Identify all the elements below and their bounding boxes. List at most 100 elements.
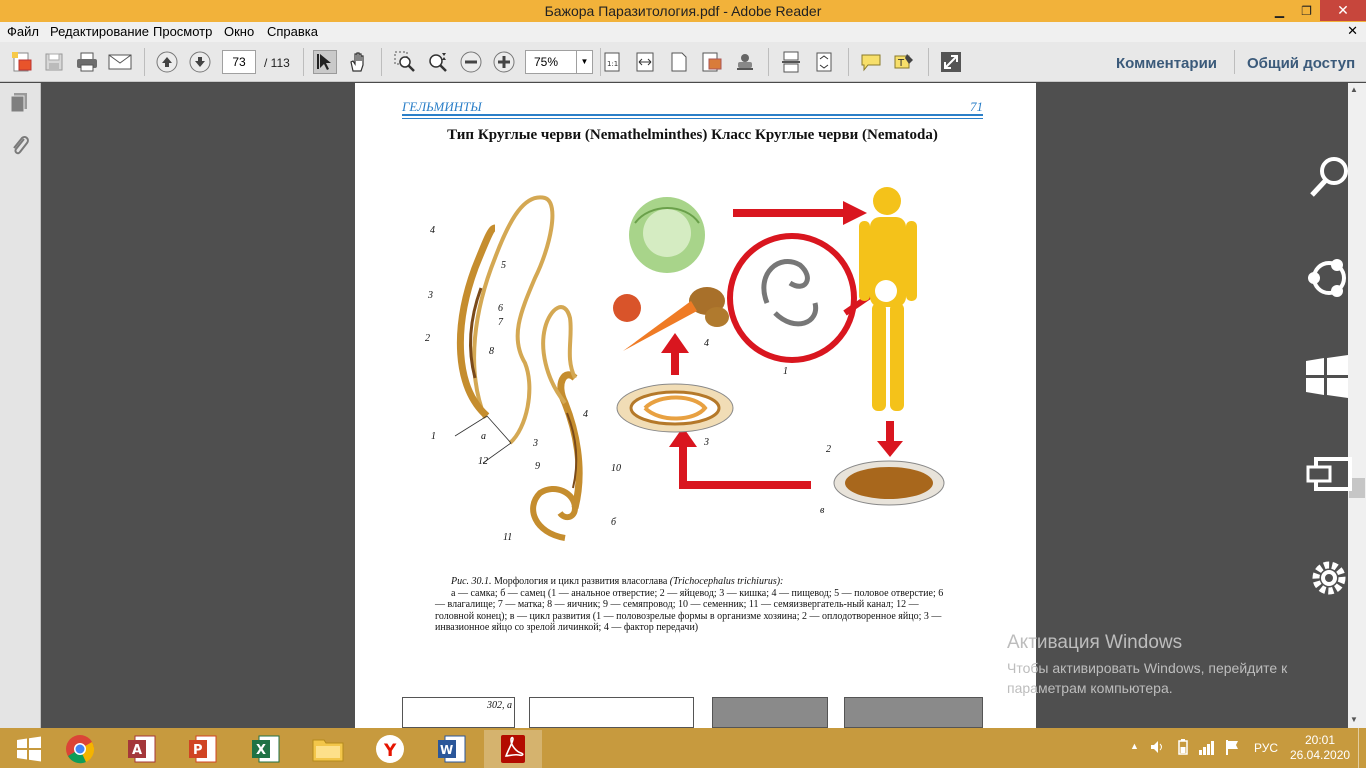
stamp-icon[interactable] <box>733 50 757 74</box>
invasive-egg <box>616 383 734 433</box>
close-button[interactable]: ✕ <box>1320 0 1366 21</box>
menu-view[interactable]: Просмотр <box>153 24 212 39</box>
word-app-icon[interactable]: W <box>423 730 481 768</box>
zoom-in-icon[interactable] <box>492 50 516 74</box>
navigation-panel <box>0 83 41 728</box>
share-charm-icon[interactable] <box>1306 255 1352 306</box>
life-cycle-figure <box>613 187 945 506</box>
page-number-label: 71 <box>970 99 983 114</box>
yandex-browser-icon[interactable]: Y <box>361 730 419 768</box>
excel-app-icon[interactable]: X <box>237 730 295 768</box>
svg-text:A: A <box>132 743 142 758</box>
label-male-11: 11 <box>503 532 513 543</box>
svg-text:P: P <box>193 743 203 758</box>
menu-help[interactable]: Справка <box>267 24 318 39</box>
previous-page-icon[interactable] <box>155 50 179 74</box>
actual-size-icon[interactable]: 1:1 <box>600 50 624 74</box>
watermark-line2: Чтобы активировать Windows, перейдите к <box>1007 660 1288 676</box>
menu-file[interactable]: Файл <box>7 24 39 39</box>
label-male-9: 9 <box>535 461 540 472</box>
select-tool-icon[interactable] <box>313 50 337 74</box>
page-number-input[interactable]: 73 <box>222 50 256 74</box>
rotate-icon[interactable] <box>812 50 836 74</box>
toolbar: 73 / 113 75% ▼ 1:1 T Комментарии Общий д… <box>0 42 1366 82</box>
input-language[interactable]: РУС <box>1254 741 1278 755</box>
svg-text:W: W <box>440 743 453 757</box>
adobe-reader-app-icon[interactable] <box>484 730 542 768</box>
human-figure <box>859 187 917 411</box>
print-icon[interactable] <box>75 50 99 74</box>
network-icon[interactable] <box>1198 739 1216 758</box>
label-female-2: 2 <box>425 333 430 344</box>
title-bar: Бажора Паразитология.pdf - Adobe Reader … <box>0 0 1366 22</box>
page-title: Тип Круглые черви (Nemathelminthes) Клас… <box>447 127 938 143</box>
menu-window[interactable]: Окно <box>224 24 254 39</box>
comment-icon[interactable] <box>859 50 883 74</box>
devices-charm-icon[interactable] <box>1306 455 1352 500</box>
activation-watermark: Активация Windows Чтобы активировать Win… <box>1007 632 1287 698</box>
page-thumbnail-icon[interactable] <box>700 50 724 74</box>
scrolling-mode-icon[interactable] <box>779 50 803 74</box>
settings-charm-icon[interactable] <box>1306 555 1352 606</box>
system-clock[interactable]: 20:01 26.04.2020 <box>1290 733 1350 763</box>
powerpoint-app-icon[interactable]: P <box>174 730 232 768</box>
zoom-level-select[interactable]: 75% ▼ <box>525 50 593 74</box>
access-app-icon[interactable]: A <box>113 730 171 768</box>
full-screen-icon[interactable] <box>939 50 963 74</box>
show-hidden-icons[interactable]: ▲ <box>1130 741 1139 751</box>
comments-pane-link[interactable]: Комментарии <box>1116 55 1217 72</box>
svg-text:1:1: 1:1 <box>607 60 618 68</box>
worm-morphology-figure <box>454 195 583 541</box>
menu-edit[interactable]: Редактирование <box>50 24 149 39</box>
search-charm-icon[interactable] <box>1306 155 1352 206</box>
email-icon[interactable] <box>108 50 132 74</box>
scroll-up-icon[interactable]: ▲ <box>1350 85 1358 94</box>
caption-body: а — самка; б — самец (1 — анальное отвер… <box>435 587 944 634</box>
chrome-app-icon[interactable] <box>51 730 109 768</box>
running-head: ГЕЛЬМИНТЫ 71 <box>402 99 983 115</box>
start-charm-icon[interactable] <box>1304 355 1350 404</box>
create-pdf-icon[interactable] <box>10 50 34 74</box>
restore-button[interactable]: ❐ <box>1293 0 1320 21</box>
label-12: 12 <box>478 456 488 467</box>
window-title: Бажора Паразитология.pdf - Adobe Reader <box>544 3 822 19</box>
scroll-down-icon[interactable]: ▼ <box>1350 715 1358 724</box>
caption-heading: Рис. 30.1. <box>451 576 492 587</box>
dynamic-zoom-icon[interactable] <box>426 50 450 74</box>
menu-close-document[interactable]: ✕ <box>1347 23 1358 39</box>
marquee-zoom-icon[interactable] <box>393 50 417 74</box>
fit-page-icon[interactable] <box>667 50 691 74</box>
highlight-icon[interactable]: T <box>892 50 916 74</box>
attachments-icon[interactable] <box>9 133 31 162</box>
caption-species: (Trichocephalus trichiurus): <box>669 576 784 587</box>
svg-text:Y: Y <box>383 741 397 761</box>
svg-text:X: X <box>256 743 266 758</box>
battery-icon[interactable] <box>1175 739 1191 758</box>
share-pane-link[interactable]: Общий доступ <box>1247 55 1355 72</box>
label-female-4: 4 <box>430 225 435 236</box>
start-button[interactable] <box>0 730 58 768</box>
fit-width-icon[interactable] <box>633 50 657 74</box>
watermark-line3: параметрам компьютера. <box>1007 680 1173 696</box>
show-desktop-button[interactable] <box>1358 728 1366 768</box>
label-cycle-3: 3 <box>704 437 709 448</box>
hand-tool-icon[interactable] <box>346 50 370 74</box>
zoom-level-value: 75% <box>534 55 559 69</box>
label-male-3: 3 <box>533 438 538 449</box>
menu-bar: Файл Редактирование Просмотр Окно Справк… <box>0 22 1366 42</box>
label-cycle-4: 4 <box>704 338 709 349</box>
speaker-icon[interactable] <box>1150 739 1166 758</box>
label-female-5: 5 <box>501 260 506 271</box>
figure-thumbnail-b <box>529 697 694 728</box>
minimize-button[interactable]: ▁ <box>1266 0 1293 21</box>
fertilized-egg <box>833 460 945 506</box>
file-explorer-icon[interactable] <box>299 730 357 768</box>
flag-icon[interactable] <box>1224 739 1240 758</box>
figure-thumbnail-d <box>844 697 983 728</box>
label-female-7: 7 <box>498 317 503 328</box>
next-page-icon[interactable] <box>188 50 212 74</box>
zoom-out-icon[interactable] <box>459 50 483 74</box>
save-icon[interactable] <box>42 50 66 74</box>
pdf-page: ГЕЛЬМИНТЫ 71 Тип Круглые черви (Nemathel… <box>355 83 1036 728</box>
page-thumbnails-icon[interactable] <box>9 91 31 118</box>
